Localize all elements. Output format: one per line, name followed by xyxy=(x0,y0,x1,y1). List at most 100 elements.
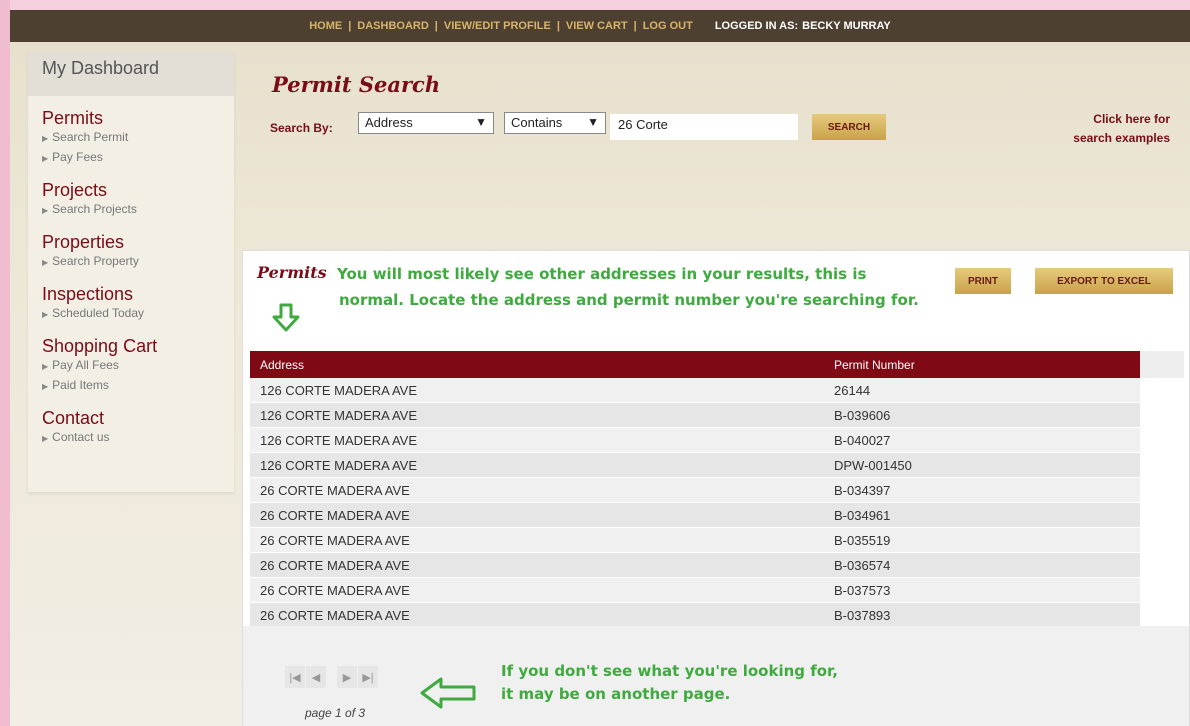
sidebar-section-title: Properties xyxy=(42,232,125,252)
cell-permit-number: B-037573 xyxy=(834,582,891,598)
results-table: Address Permit Number 126 CORTE MADERA A… xyxy=(250,351,1140,628)
page-title: Permit Search xyxy=(272,72,441,97)
table-row[interactable]: 126 CORTE MADERA AVE B-040027 xyxy=(250,428,1140,453)
sidebar-link-paid-items[interactable]: ▶ Paid Items xyxy=(42,376,234,396)
logged-in-user: BECKY MURRAY xyxy=(802,20,891,32)
sidebar-link-pay-fees[interactable]: ▶ Pay Fees xyxy=(42,148,234,168)
logged-in-label: LOGGED IN AS: xyxy=(714,20,799,32)
sidebar-section-title: Inspections xyxy=(42,284,134,304)
sidebar-link-search-permit[interactable]: ▶ Search Permit xyxy=(42,128,234,148)
arrow-down-icon xyxy=(272,303,300,332)
column-header-address[interactable]: Address xyxy=(250,358,826,372)
search-examples-line: search examples xyxy=(1073,131,1170,145)
nav-separator: | xyxy=(633,20,637,32)
results-title: Permits xyxy=(257,263,327,282)
pager-hint-line: If you don't see what you're looking for… xyxy=(501,662,838,680)
sidebar-link-contact-us[interactable]: ▶ Contact us xyxy=(42,428,234,448)
search-field-select[interactable]: Address ▼ xyxy=(358,112,494,134)
cell-permit-number: B-036574 xyxy=(834,557,891,573)
arrow-right-icon: ▶ xyxy=(42,258,49,267)
pager-hint: If you don't see what you're looking for… xyxy=(501,660,838,706)
sidebar-section-title: Contact xyxy=(42,408,105,428)
table-row[interactable]: 26 CORTE MADERA AVE B-034961 xyxy=(250,503,1140,528)
sidebar-link-search-projects[interactable]: ▶ Search Projects xyxy=(42,200,234,220)
search-operator-select[interactable]: Contains ▼ xyxy=(504,112,606,134)
nav-cart-link[interactable]: VIEW CART xyxy=(566,20,628,32)
arrow-right-icon: ▶ xyxy=(42,382,49,391)
sidebar: My Dashboard Permits ▶ Search Permit ▶ Pay… xyxy=(28,52,234,492)
sidebar-link-scheduled-today[interactable]: ▶ Scheduled Today xyxy=(42,304,234,324)
table-row[interactable]: 26 CORTE MADERA AVE B-037893 xyxy=(250,603,1140,628)
cell-permit-number: B-039606 xyxy=(834,407,891,423)
page: HOME | DASHBOARD | VIEW/EDIT PROFILE | V… xyxy=(10,10,1190,726)
nav-home-link[interactable]: HOME xyxy=(309,20,342,32)
cell-address: 26 CORTE MADERA AVE xyxy=(260,607,410,623)
nav-profile-link[interactable]: VIEW/EDIT PROFILE xyxy=(444,20,551,32)
nav-separator: | xyxy=(434,20,438,32)
table-header: Address Permit Number xyxy=(250,351,1140,378)
cell-permit-number: B-040027 xyxy=(834,432,891,448)
print-button[interactable]: PRINT xyxy=(955,268,1011,294)
cell-permit-number: 26144 xyxy=(834,382,871,398)
sidebar-section-projects: Projects ▶ Search Projects xyxy=(42,180,234,220)
table-row[interactable]: 126 CORTE MADERA AVE B-039606 xyxy=(250,403,1140,428)
cell-address: 126 CORTE MADERA AVE xyxy=(260,382,418,398)
search-examples-line: Click here for xyxy=(1093,112,1170,126)
nav-dashboard-link[interactable]: DASHBOARD xyxy=(357,20,429,32)
search-button[interactable]: SEARCH xyxy=(812,114,886,140)
table-row[interactable]: 26 CORTE MADERA AVE B-035519 xyxy=(250,528,1140,553)
sidebar-link-search-property[interactable]: ▶ Search Property xyxy=(42,252,234,272)
search-by-label: Search By: xyxy=(270,121,333,135)
sidebar-section-inspections: Inspections ▶ Scheduled Today xyxy=(42,284,234,324)
table-header-extension xyxy=(1140,351,1184,378)
sidebar-section-title: Permits xyxy=(42,108,104,128)
cell-address: 26 CORTE MADERA AVE xyxy=(260,482,410,498)
sidebar-section-properties: Properties ▶ Search Property xyxy=(42,232,234,272)
sidebar-section-contact: Contact ▶ Contact us xyxy=(42,408,234,448)
arrow-right-icon: ▶ xyxy=(42,134,49,143)
cell-permit-number: B-034397 xyxy=(834,482,891,498)
cell-address: 26 CORTE MADERA AVE xyxy=(260,582,410,598)
sidebar-section-shopping-cart: Shopping Cart ▶ Pay All Fees ▶ Paid Items xyxy=(42,336,234,396)
sidebar-section-permits: Permits ▶ Search Permit ▶ Pay Fees xyxy=(42,108,234,168)
results-note-line: normal. Locate the address and permit nu… xyxy=(339,291,919,309)
table-row[interactable]: 26 CORTE MADERA AVE B-036574 xyxy=(250,553,1140,578)
nav-logout-link[interactable]: LOG OUT xyxy=(643,20,693,32)
column-header-permit-number[interactable]: Permit Number xyxy=(826,358,915,372)
results-note: You will most likely see other addresses… xyxy=(337,261,919,313)
sidebar-heading: My Dashboard xyxy=(28,52,234,96)
chevron-down-icon: ▼ xyxy=(475,115,487,129)
arrow-right-icon: ▶ xyxy=(42,434,49,443)
cell-permit-number: DPW-001450 xyxy=(834,457,912,473)
prev-page-button[interactable]: ◀ xyxy=(306,666,326,688)
nav-separator: | xyxy=(348,20,352,32)
arrow-right-icon: ▶ xyxy=(42,310,49,319)
cell-address: 26 CORTE MADERA AVE xyxy=(260,507,410,523)
cell-permit-number: B-035519 xyxy=(834,532,891,548)
table-row[interactable]: 126 CORTE MADERA AVE 26144 xyxy=(250,378,1140,403)
cell-address: 126 CORTE MADERA AVE xyxy=(260,407,418,423)
table-row[interactable]: 126 CORTE MADERA AVE DPW-001450 xyxy=(250,453,1140,478)
results-panel: Permits You will most likely see other a… xyxy=(242,250,1190,726)
table-row[interactable]: 26 CORTE MADERA AVE B-034397 xyxy=(250,478,1140,503)
sidebar-link-pay-all-fees[interactable]: ▶ Pay All Fees xyxy=(42,356,234,376)
search-examples-link[interactable]: Click here for search examples xyxy=(1020,110,1170,148)
pager-hint-line: it may be on another page. xyxy=(501,685,731,703)
results-note-line: You will most likely see other addresses… xyxy=(337,265,867,283)
cell-address: 26 CORTE MADERA AVE xyxy=(260,557,410,573)
last-page-button[interactable]: ▶| xyxy=(358,666,378,688)
chevron-down-icon: ▼ xyxy=(587,115,599,129)
sidebar-section-title: Shopping Cart xyxy=(42,336,158,356)
cell-address: 126 CORTE MADERA AVE xyxy=(260,457,418,473)
arrow-left-icon xyxy=(420,677,476,709)
cell-address: 26 CORTE MADERA AVE xyxy=(260,532,410,548)
first-page-button[interactable]: |◀ xyxy=(285,666,305,688)
nav-separator: | xyxy=(556,20,560,32)
cell-permit-number: B-037893 xyxy=(834,607,891,623)
cell-permit-number: B-034961 xyxy=(834,507,891,523)
export-excel-button[interactable]: EXPORT TO EXCEL xyxy=(1035,268,1173,294)
next-page-button[interactable]: ▶ xyxy=(337,666,357,688)
table-row[interactable]: 26 CORTE MADERA AVE B-037573 xyxy=(250,578,1140,603)
search-input[interactable]: 26 Corte xyxy=(610,114,798,140)
top-nav: HOME | DASHBOARD | VIEW/EDIT PROFILE | V… xyxy=(10,10,1190,42)
